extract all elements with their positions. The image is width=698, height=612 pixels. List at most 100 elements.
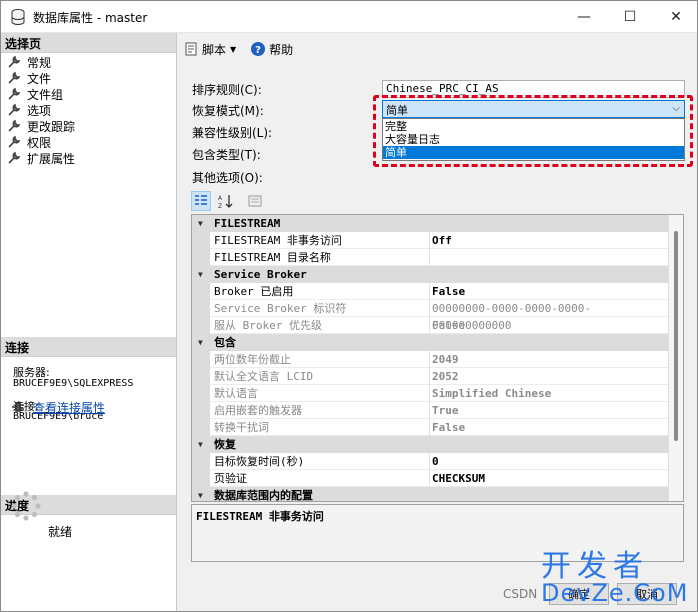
maximize-button[interactable]: ☐ [607,1,653,33]
site-watermark-domain: DevZe.CoM [541,579,689,607]
property-row[interactable]: 页验证 CHECKSUM [192,470,668,487]
left-pane: 选择页 常规 文件 文件组 选项 更改跟踪 权限 扩展属性 连接 服务器: BR… [1,33,177,611]
property-name: Broker 已启用 [214,283,430,300]
scroll-thumb[interactable] [674,231,678,441]
property-pages-button[interactable] [245,191,265,211]
script-label: 脚本 [202,42,227,57]
script-icon [185,42,197,56]
property-name: 页验证 [214,470,430,487]
property-value[interactable]: False [432,283,465,300]
property-row[interactable]: Service Broker 标识符 00000000-0000-0000-00… [192,300,668,332]
property-grid-toolbar: A Z [191,191,269,211]
containment-type-label: 包含类型(T): [192,148,261,162]
wrench-icon [8,103,21,116]
row-gutter [192,453,210,470]
row-gutter [192,300,210,317]
help-icon: ? [251,42,266,56]
page-item-general[interactable]: 常规 [7,54,51,70]
collation-label: 排序规则(C): [192,83,262,97]
help-button[interactable]: ? 帮助 [250,41,293,58]
wrench-icon [8,151,21,164]
page-item-files[interactable]: 文件 [7,70,51,86]
chevron-down-icon: ▼ [230,44,237,54]
help-label: 帮助 [269,42,294,57]
property-row[interactable]: 转换干扰词 False [192,419,668,436]
row-gutter [192,317,210,334]
page-item-label: 常规 [27,55,52,70]
property-row[interactable]: 默认全文语言 LCID 2052 [192,368,668,385]
property-row[interactable]: 服从 Broker 优先级 False [192,317,668,334]
collapse-icon[interactable]: ▼ [198,266,203,283]
property-pages-icon [248,195,262,207]
sort-alphabetical-icon: A Z [218,195,233,209]
category-service-broker[interactable]: ▼ Service Broker [192,266,668,283]
property-name: FILESTREAM 目录名称 [214,249,430,266]
property-value[interactable]: Off [432,232,452,249]
select-page-header: 选择页 [1,33,176,53]
property-grid-scrollbar[interactable] [668,215,683,501]
row-gutter [192,232,210,249]
connection-plug-icon [12,402,24,412]
row-gutter [192,419,210,436]
property-row[interactable]: FILESTREAM 目录名称 [192,249,668,266]
svg-text:A: A [218,195,223,202]
property-name: 转换干扰词 [214,419,430,436]
recovery-model-label: 恢复模式(M): [192,104,264,118]
property-value[interactable]: CHECKSUM [432,470,485,487]
description-title: FILESTREAM 非事务访问 [196,510,324,523]
property-name: 目标恢复时间(秒) [214,453,430,470]
row-gutter [192,351,210,368]
view-connection-properties-link[interactable]: 查看连接属性 [33,399,105,416]
category-label: Service Broker [214,268,307,281]
page-item-label: 权限 [27,135,52,150]
csdn-watermark: CSDN [503,587,538,601]
property-row[interactable]: FILESTREAM 非事务访问 Off [192,232,668,249]
svg-text:?: ? [255,45,261,56]
property-row[interactable]: Broker 已启用 False [192,283,668,300]
collapse-icon[interactable]: ▼ [198,334,203,351]
page-item-filegroups[interactable]: 文件组 [7,86,63,102]
property-row[interactable]: 两位数年份截止 2049 [192,351,668,368]
category-label: 包含 [214,336,236,349]
category-label: FILESTREAM [214,217,281,230]
property-name: 默认全文语言 LCID [214,368,430,385]
page-item-label: 文件组 [27,87,64,102]
collapse-icon[interactable]: ▼ [198,487,203,501]
property-row[interactable]: 启用嵌套的触发器 True [192,402,668,419]
script-button[interactable]: 脚本 ▼ [183,41,236,58]
alphabetical-button[interactable]: A Z [215,191,235,211]
categorized-icon [195,195,207,205]
page-item-label: 选项 [27,103,52,118]
progress-spinner-icon [11,491,41,521]
compatibility-level-label: 兼容性级别(L): [192,126,273,140]
toolbar: 脚本 ▼ ? 帮助 [183,39,307,59]
categorized-button[interactable] [191,191,211,211]
row-gutter [192,249,210,266]
property-value[interactable]: 0 [432,453,439,470]
category-filestream[interactable]: ▼ FILESTREAM [192,215,668,232]
row-gutter [192,283,210,300]
row-gutter [192,402,210,419]
collapse-icon[interactable]: ▼ [198,215,203,232]
page-item-label: 扩展属性 [27,151,76,166]
property-row[interactable]: 默认语言 Simplified Chinese [192,385,668,402]
property-value: 2052 [432,370,459,383]
category-containment[interactable]: ▼ 包含 [192,334,668,351]
page-item-options[interactable]: 选项 [7,102,51,118]
page-item-permissions[interactable]: 权限 [7,134,51,150]
close-button[interactable]: ✕ [653,1,697,33]
property-name: 启用嵌套的触发器 [214,402,430,419]
page-item-extended-properties[interactable]: 扩展属性 [7,150,75,166]
collapse-icon[interactable]: ▼ [198,436,203,453]
title-bar: 数据库属性 - master — ☐ ✕ [1,1,697,33]
category-recovery[interactable]: ▼ 恢复 [192,436,668,453]
page-item-change-tracking[interactable]: 更改跟踪 [7,118,75,134]
svg-text:Z: Z [218,203,222,209]
database-properties-window: 数据库属性 - master — ☐ ✕ 选择页 常规 文件 文件组 选项 更改… [0,0,698,612]
wrench-icon [8,119,21,132]
category-database-scoped-config[interactable]: ▼ 数据库范围内的配置 [192,487,668,501]
minimize-button[interactable]: — [561,1,607,33]
wrench-icon [8,87,21,100]
property-name: 默认语言 [214,385,430,402]
property-row[interactable]: 目标恢复时间(秒) 0 [192,453,668,470]
